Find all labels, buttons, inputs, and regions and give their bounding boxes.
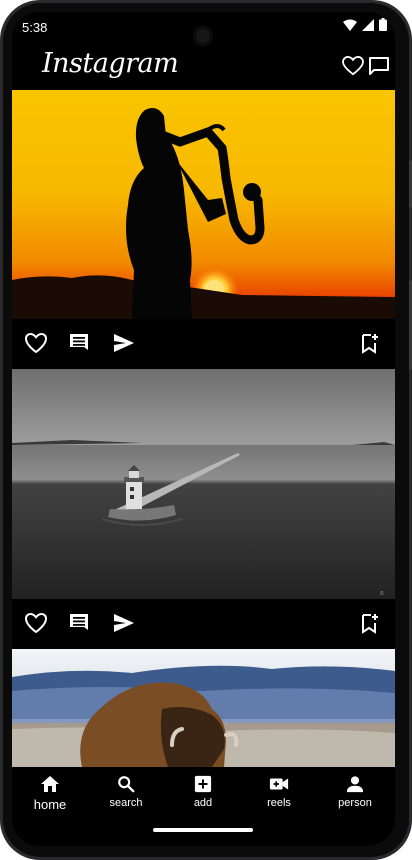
nav-label-search: search [109, 797, 143, 809]
nav-item-home[interactable]: home [12, 775, 88, 812]
battery-icon [379, 18, 387, 31]
home-icon [41, 776, 59, 792]
home-indicator[interactable] [153, 828, 253, 832]
nav-label-person: person [338, 797, 372, 809]
send-icon[interactable] [112, 612, 136, 636]
signal-icon [362, 18, 374, 31]
comment-icon[interactable] [68, 612, 92, 636]
heart-icon[interactable] [24, 332, 48, 356]
svg-text:©: © [380, 590, 384, 597]
bottom-navigation: home search add reels person [12, 767, 395, 846]
heart-icon[interactable] [341, 54, 365, 78]
comment-icon[interactable] [68, 332, 92, 356]
device-frame: 5:38 Instagram © home search add reels p… [0, 0, 412, 860]
nav-item-add[interactable]: add [165, 775, 241, 809]
post-actions [12, 599, 395, 649]
message-icon[interactable] [367, 54, 391, 78]
nav-label-reels: reels [267, 797, 291, 809]
status-bar: 5:38 [12, 12, 395, 46]
wifi-icon [343, 19, 357, 31]
nav-label-add: add [193, 797, 213, 809]
add-box-icon [194, 775, 212, 793]
search-icon [118, 776, 135, 793]
status-icons [343, 18, 387, 31]
heart-icon[interactable] [24, 612, 48, 636]
nav-label-home: home [33, 797, 67, 812]
app-header: Instagram [12, 46, 395, 90]
post-actions [12, 319, 395, 369]
header-actions [341, 54, 391, 78]
nav-item-person[interactable]: person [317, 775, 393, 809]
nav-item-search[interactable]: search [88, 775, 164, 809]
video-camera-icon [269, 778, 289, 790]
post-image[interactable] [12, 90, 395, 319]
post-image[interactable]: © [12, 369, 395, 599]
person-icon [346, 776, 364, 793]
nav-item-reels[interactable]: reels [241, 775, 317, 809]
bookmark-add-icon[interactable] [359, 332, 383, 356]
post-image[interactable] [12, 649, 395, 767]
send-icon[interactable] [112, 332, 136, 356]
front-camera [193, 26, 213, 46]
status-time: 5:38 [22, 20, 48, 35]
bookmark-add-icon[interactable] [359, 612, 383, 636]
phone-screen: 5:38 Instagram © home search add reels p… [12, 12, 395, 846]
app-logo: Instagram [42, 48, 179, 79]
